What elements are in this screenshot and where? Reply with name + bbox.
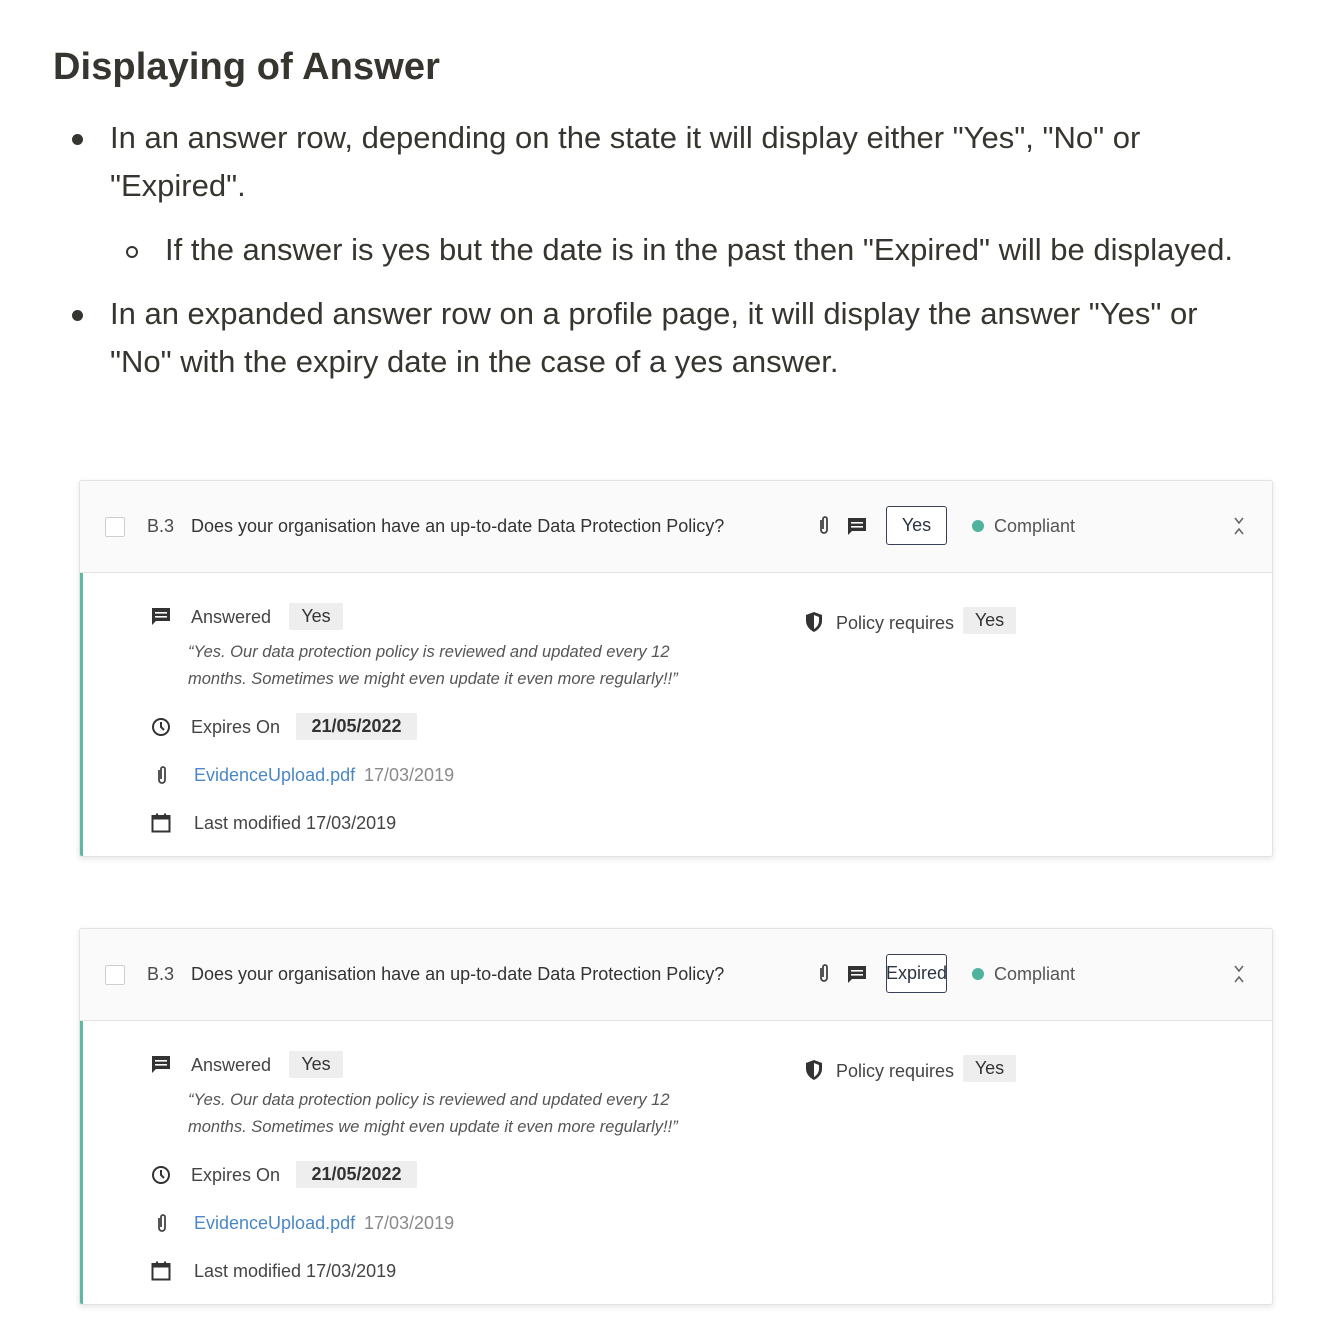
answer-comment-line: “Yes. Our data protection policy is revi…	[188, 643, 670, 661]
question-number: B.3	[147, 516, 175, 536]
answer-card: B.3 Does your organisation have an up-to…	[79, 480, 1273, 857]
comment-icon	[151, 607, 171, 632]
evidence-file-date: 17/03/2019	[364, 1213, 455, 1233]
last-modified: Last modified 17/03/2019	[194, 1261, 397, 1281]
clock-icon	[151, 1165, 171, 1190]
question-text: Does your organisation have an up-to-dat…	[191, 964, 725, 984]
paperclip-icon[interactable]	[817, 963, 831, 990]
expires-label: Expires On	[191, 1165, 281, 1185]
row-checkbox[interactable]	[105, 517, 125, 537]
question-text: Does your organisation have an up-to-dat…	[191, 516, 725, 536]
answer-comment-line: months. Sometimes we might even update i…	[188, 670, 678, 688]
status-dot	[972, 968, 984, 980]
bullet-text: In an expanded answer row on a profile p…	[110, 296, 1198, 331]
answer-comment-line: months. Sometimes we might even update i…	[188, 1118, 678, 1136]
sub-bullet-dot	[126, 246, 138, 258]
answer-comment: “Yes. Our data protection policy is revi…	[188, 639, 708, 693]
paperclip-icon	[155, 765, 169, 792]
paperclip-icon	[155, 1213, 169, 1240]
answer-comment-line: “Yes. Our data protection policy is revi…	[188, 1091, 670, 1109]
evidence-file-link[interactable]: EvidenceUpload.pdf	[194, 1213, 355, 1234]
policy-requires-value: Yes	[963, 607, 1016, 634]
status-label: Compliant	[994, 964, 1076, 984]
bullet-dot	[72, 134, 83, 145]
last-modified: Last modified 17/03/2019	[194, 813, 397, 833]
bullet-list: In an answer row, depending on the state…	[0, 0, 1342, 420]
status-dot	[972, 520, 984, 532]
answered-label: Answered	[191, 1055, 272, 1075]
collapse-icon[interactable]	[1232, 964, 1246, 989]
answered-label: Answered	[191, 607, 272, 627]
status-label: Compliant	[994, 516, 1076, 536]
question-number: B.3	[147, 964, 175, 984]
answer-badge: Expired	[886, 954, 947, 993]
bullet-text: "Expired".	[110, 168, 246, 203]
paperclip-icon[interactable]	[817, 515, 831, 542]
expiry-date: 21/05/2022	[296, 713, 417, 740]
calendar-icon	[151, 813, 171, 838]
comment-icon[interactable]	[847, 965, 867, 990]
shield-icon	[804, 1059, 824, 1086]
answer-row-details: Answered Yes “Yes. Our data protection p…	[80, 1021, 1272, 1304]
policy-requires-label: Policy requires	[836, 613, 955, 633]
shield-icon	[804, 611, 824, 638]
answer-row-header[interactable]: B.3 Does your organisation have an up-to…	[80, 929, 1272, 1021]
row-checkbox[interactable]	[105, 965, 125, 985]
comment-icon	[151, 1055, 171, 1080]
expires-label: Expires On	[191, 717, 281, 737]
expiry-date: 21/05/2022	[296, 1161, 417, 1188]
sub-bullet-text: If the answer is yes but the date is in …	[165, 232, 1233, 267]
bullet-text: In an answer row, depending on the state…	[110, 120, 1141, 155]
answer-comment: “Yes. Our data protection policy is revi…	[188, 1087, 708, 1141]
answer-row-header[interactable]: B.3 Does your organisation have an up-to…	[80, 481, 1272, 573]
answer-badge: Yes	[886, 506, 947, 545]
bullet-dot	[72, 310, 83, 321]
evidence-file-date: 17/03/2019	[364, 765, 455, 785]
answered-value: Yes	[289, 1051, 343, 1078]
comment-icon[interactable]	[847, 517, 867, 542]
collapse-icon[interactable]	[1232, 516, 1246, 541]
answer-row-details: Answered Yes “Yes. Our data protection p…	[80, 573, 1272, 856]
answered-value: Yes	[289, 603, 343, 630]
clock-icon	[151, 717, 171, 742]
answer-card: B.3 Does your organisation have an up-to…	[79, 928, 1273, 1305]
bullet-text: "No" with the expiry date in the case of…	[110, 344, 839, 379]
evidence-file-link[interactable]: EvidenceUpload.pdf	[194, 765, 355, 786]
policy-requires-label: Policy requires	[836, 1061, 955, 1081]
calendar-icon	[151, 1261, 171, 1286]
policy-requires-value: Yes	[963, 1055, 1016, 1082]
